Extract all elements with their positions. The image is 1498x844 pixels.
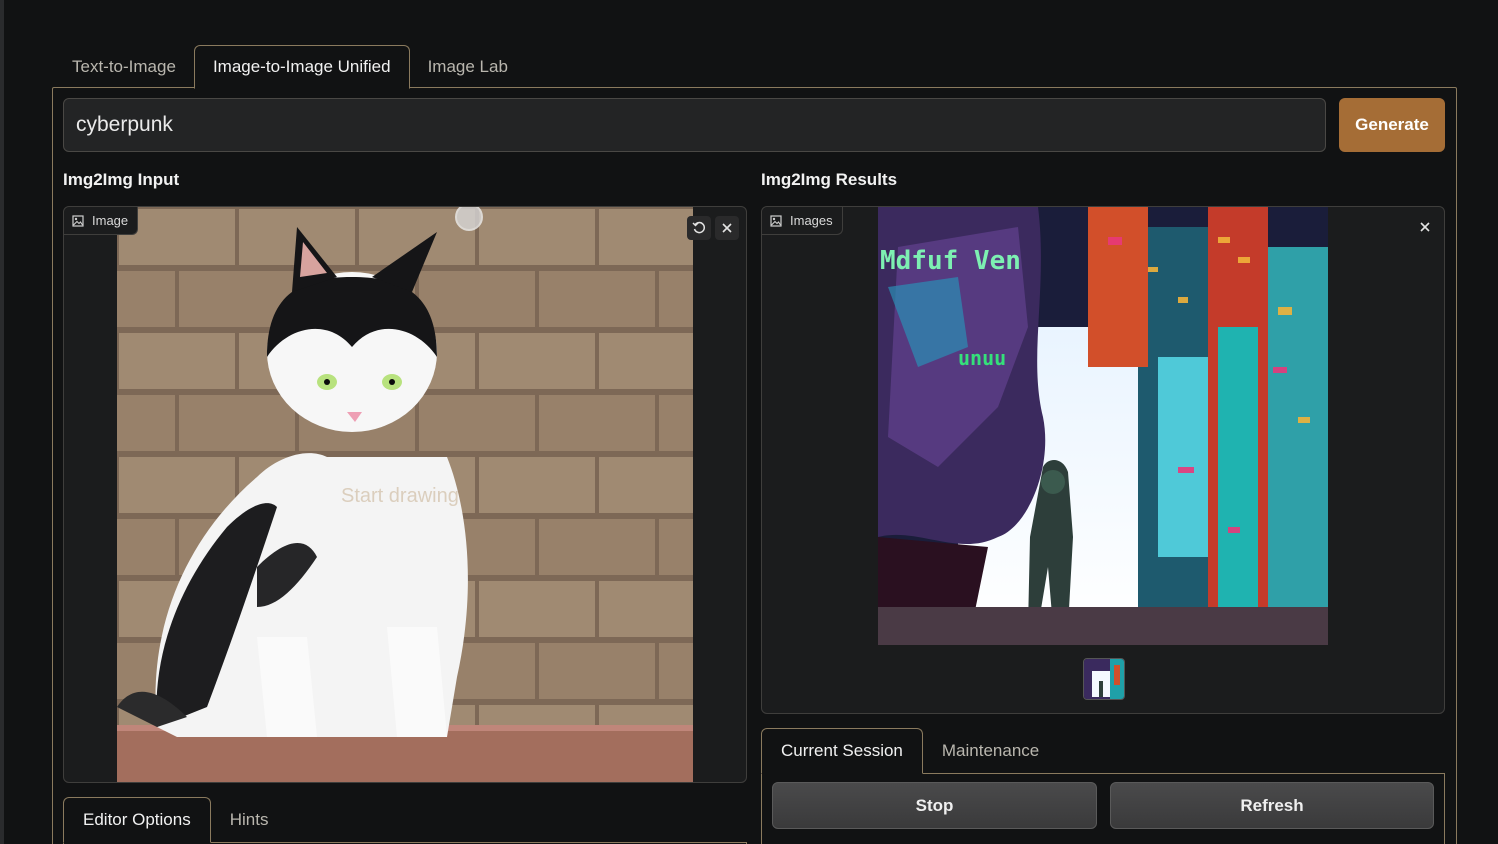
results-gallery: Images Mdfuf Ven unuu <box>761 206 1445 714</box>
close-icon <box>722 223 732 233</box>
stop-button[interactable]: Stop <box>772 782 1097 829</box>
results-section-title: Img2Img Results <box>761 170 898 189</box>
result-image[interactable]: Mdfuf Ven unuu <box>878 207 1328 645</box>
image-chip-label: Image <box>92 213 129 228</box>
main-tab-bar: Text-to-Image Image-to-Image Unified Ima… <box>54 44 526 89</box>
cyberpunk-result: Mdfuf Ven unuu <box>878 207 1328 645</box>
thumbnail-image <box>1084 659 1124 699</box>
close-icon <box>1420 222 1430 232</box>
refresh-button[interactable]: Refresh <box>1110 782 1434 829</box>
tab-current-session[interactable]: Current Session <box>761 728 923 774</box>
tab-text-to-image[interactable]: Text-to-Image <box>54 45 194 89</box>
prompt-input[interactable] <box>63 98 1326 152</box>
tab-maintenance[interactable]: Maintenance <box>923 728 1058 774</box>
tab-editor-options[interactable]: Editor Options <box>63 797 211 843</box>
tab-hints[interactable]: Hints <box>211 797 288 843</box>
overlay-text-1: Mdfuf Ven <box>880 246 1021 276</box>
tab-image-to-image-unified[interactable]: Image-to-Image Unified <box>193 45 410 89</box>
image-editor[interactable]: Image Start drawing <box>63 206 747 783</box>
window-edge <box>0 0 4 844</box>
overlay-text-2: unuu <box>958 346 1006 370</box>
clear-image-button[interactable] <box>715 216 739 240</box>
editor-tab-bar: Editor Options Hints <box>63 797 287 843</box>
image-icon <box>72 214 84 227</box>
result-thumbnail[interactable] <box>1083 658 1125 700</box>
image-icon <box>770 214 782 227</box>
undo-icon <box>692 221 706 234</box>
images-chip: Images <box>762 207 843 235</box>
drawing-canvas[interactable]: Start drawing <box>117 207 693 782</box>
close-gallery-button[interactable] <box>1413 215 1437 239</box>
image-chip: Image <box>64 207 139 235</box>
images-chip-label: Images <box>790 213 833 228</box>
undo-button[interactable] <box>687 216 711 240</box>
generate-button[interactable]: Generate <box>1339 98 1445 152</box>
input-section-title: Img2Img Input <box>63 170 180 189</box>
tab-image-lab[interactable]: Image Lab <box>410 45 526 89</box>
session-tab-bar: Current Session Maintenance <box>761 728 1058 774</box>
canvas-hint: Start drawing <box>341 485 459 507</box>
